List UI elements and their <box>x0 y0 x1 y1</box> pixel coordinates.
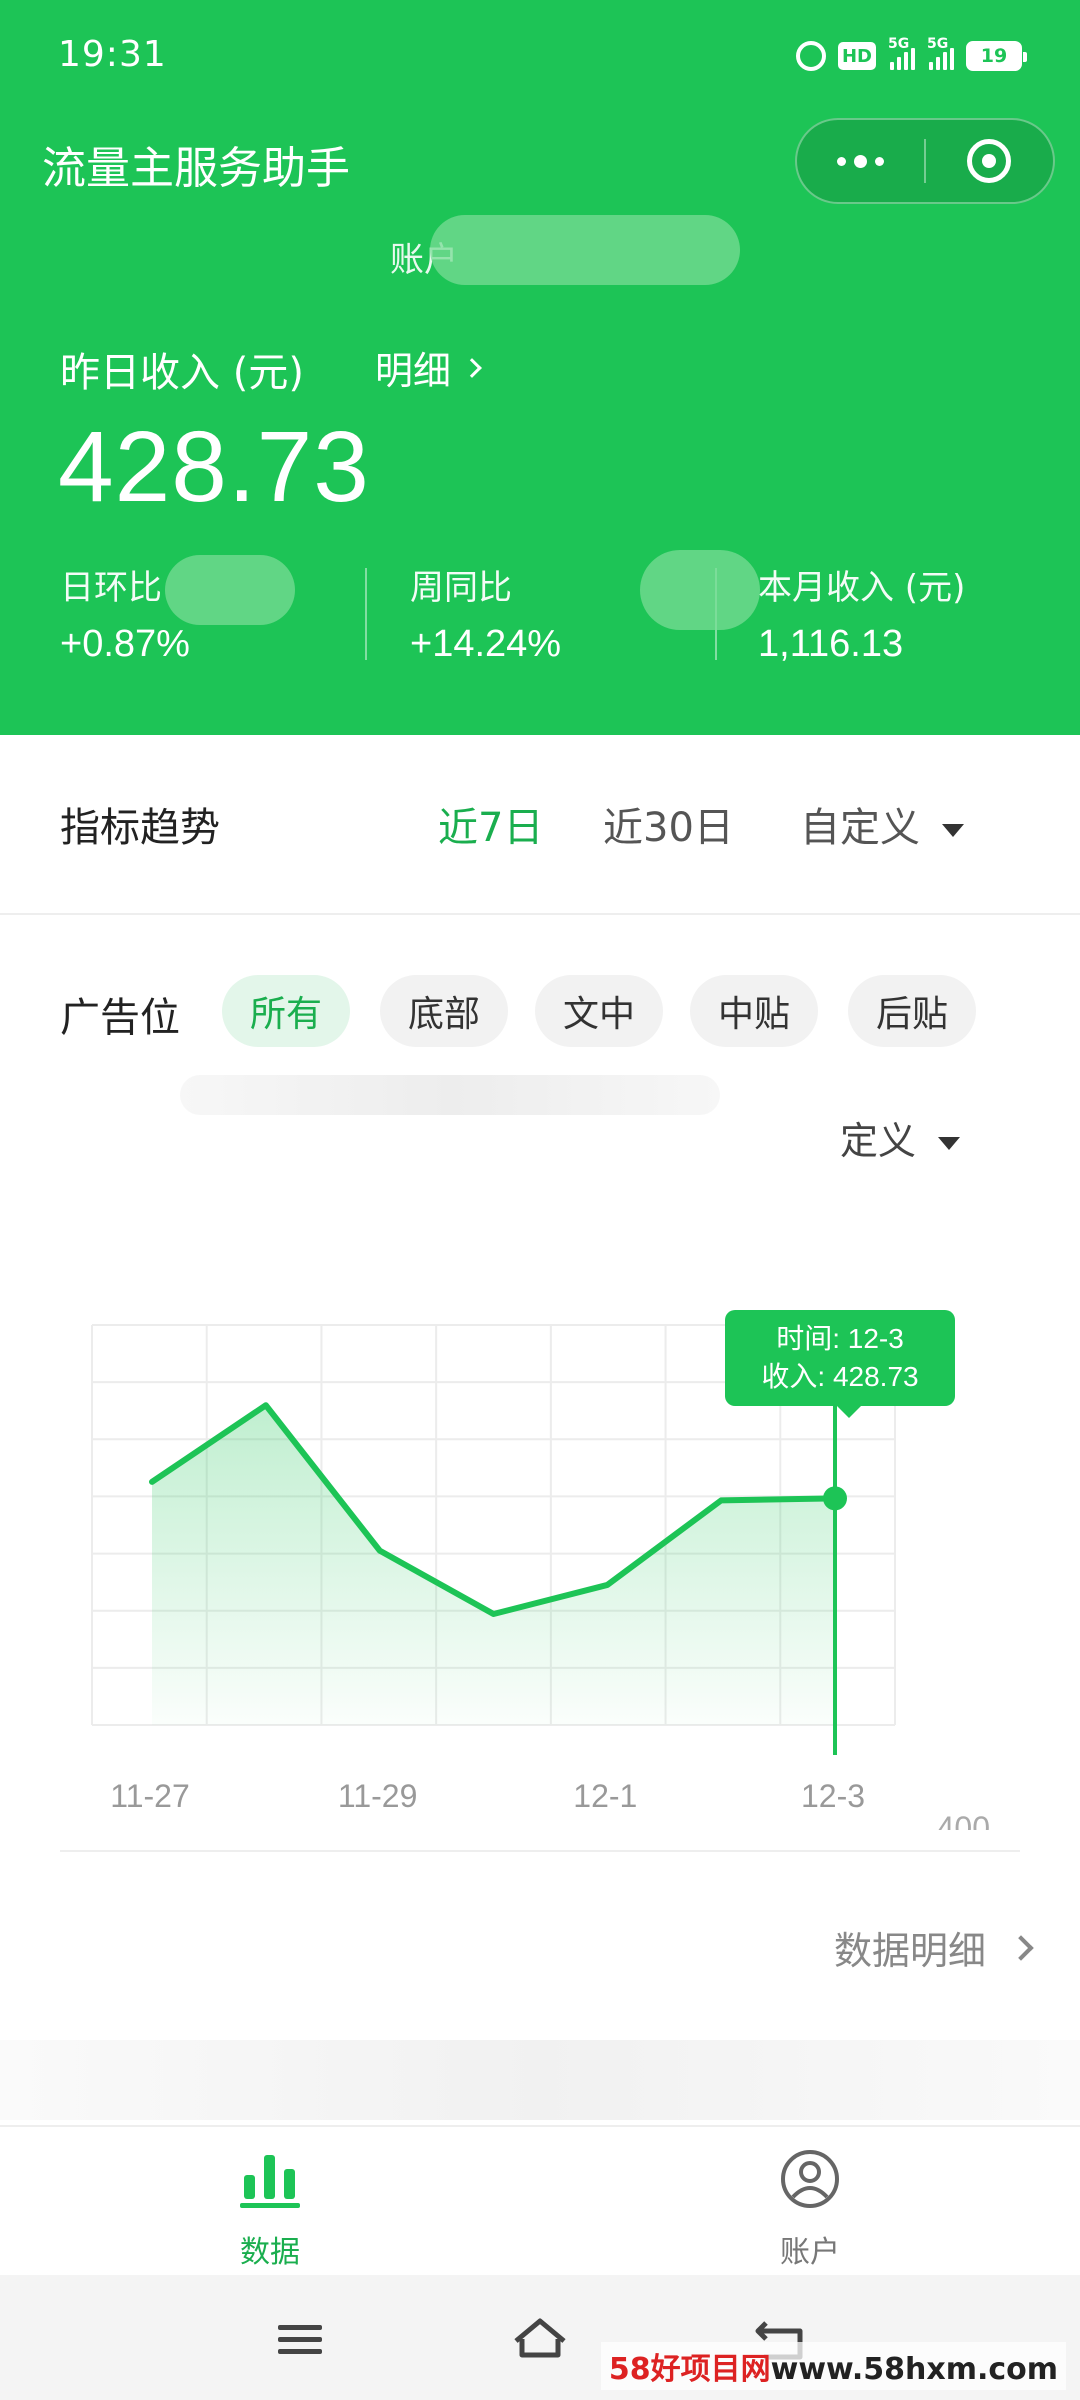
caret-down-icon <box>942 823 964 837</box>
tooltip-time: 时间: 12-3 <box>776 1323 904 1354</box>
tab-30-days[interactable]: 近30日 <box>603 795 734 853</box>
caret-down-icon <box>938 1137 961 1150</box>
chevron-right-icon <box>1008 1934 1034 1961</box>
yesterday-income-value: 428.73 <box>58 411 370 523</box>
close-target-icon[interactable] <box>926 120 1053 202</box>
trend-title: 指标趋势 <box>60 805 220 851</box>
status-time: 19:31 <box>58 34 167 75</box>
chip-post-roll[interactable]: 后贴 <box>848 975 977 1047</box>
tooltip-income: 收入: 428.73 <box>761 1361 919 1392</box>
redacted-strip <box>0 2040 1080 2120</box>
redacted-block <box>640 550 760 630</box>
tab-custom[interactable]: 自定义 <box>800 795 964 853</box>
user-circle-icon <box>781 2150 839 2208</box>
home-icon[interactable] <box>510 2315 570 2365</box>
chip-all[interactable]: 所有 <box>222 975 351 1047</box>
stats-row: 日环比 +0.87% 周同比 +14.24% 本月收入 (元) 1,116.13 <box>0 560 1080 680</box>
highlight-point <box>823 1486 847 1511</box>
trend-bar: 指标趋势 近7日 近30日 自定义 <box>0 735 1080 915</box>
signal-icon: 5G <box>927 36 954 70</box>
yesterday-income-label: 昨日收入 (元) <box>60 350 304 396</box>
menu-icon[interactable] <box>270 2315 330 2365</box>
chart-tooltip: 时间: 12-3 收入: 428.73 <box>725 1310 955 1418</box>
data-detail-link[interactable]: 数据明细 <box>833 1920 1034 1975</box>
app-title: 流量主服务助手 <box>42 143 350 194</box>
series-area <box>152 1405 835 1725</box>
chevron-right-icon <box>462 357 482 378</box>
y-tick-label: 400 <box>937 1810 990 1830</box>
stat-month-income: 本月收入 (元) 1,116.13 <box>758 568 966 665</box>
bar-chart-icon <box>240 2155 300 2208</box>
tab-7-days[interactable]: 近7日 <box>438 795 543 853</box>
chip-in-article[interactable]: 文中 <box>535 975 664 1047</box>
system-nav-bar: 58好项目网www.58hxm.com <box>0 2275 1080 2400</box>
tab-custom-label: 自定义 <box>800 805 920 851</box>
bottom-nav: 数据 账户 <box>0 2125 1080 2275</box>
mini-program-capsule[interactable] <box>795 118 1055 204</box>
signal-icon: 5G <box>888 36 915 70</box>
nav-data-label: 数据 <box>240 2235 300 2270</box>
x-tick-label: 11-27 <box>110 1778 189 1814</box>
redacted-block <box>165 555 295 625</box>
x-tick-label: 11-29 <box>338 1778 417 1814</box>
x-tick-label: 12-1 <box>573 1778 637 1814</box>
data-detail-label: 数据明细 <box>833 1929 986 1973</box>
x-tick-label: 12-3 <box>801 1778 865 1814</box>
chip-bottom[interactable]: 底部 <box>380 975 509 1047</box>
hd-icon: HD <box>837 42 876 70</box>
site-watermark: 58好项目网www.58hxm.com <box>600 2342 1066 2390</box>
more-icon[interactable] <box>797 120 924 202</box>
nav-data[interactable]: 数据 <box>170 2149 370 2271</box>
redacted-row <box>180 1075 720 1115</box>
ad-position-label: 广告位 <box>60 995 180 1041</box>
divider <box>60 1850 1020 1852</box>
nav-account-label: 账户 <box>780 2235 840 2270</box>
nav-account[interactable]: 账户 <box>710 2149 910 2271</box>
battery-icon: 19 <box>966 41 1027 71</box>
alarm-icon <box>795 41 826 71</box>
custom-dropdown-label: 定义 <box>840 1119 917 1163</box>
status-icons: HD 5G 5G 19 <box>795 36 1027 76</box>
divider <box>365 568 367 660</box>
detail-link[interactable]: 明细 <box>375 340 482 395</box>
custom-dropdown[interactable]: 定义 <box>840 1110 961 1165</box>
chip-mid-roll[interactable]: 中贴 <box>690 975 819 1047</box>
detail-link-label: 明细 <box>375 349 452 393</box>
status-bar: 19:31 HD 5G 5G 19 <box>0 0 1080 110</box>
stat-week-over-week: 周同比 +14.24% <box>410 568 562 665</box>
redacted-account <box>430 215 740 285</box>
header: 19:31 HD 5G 5G 19 流量主服务助手 账户 昨日收入 (元) 明细… <box>0 0 1080 735</box>
